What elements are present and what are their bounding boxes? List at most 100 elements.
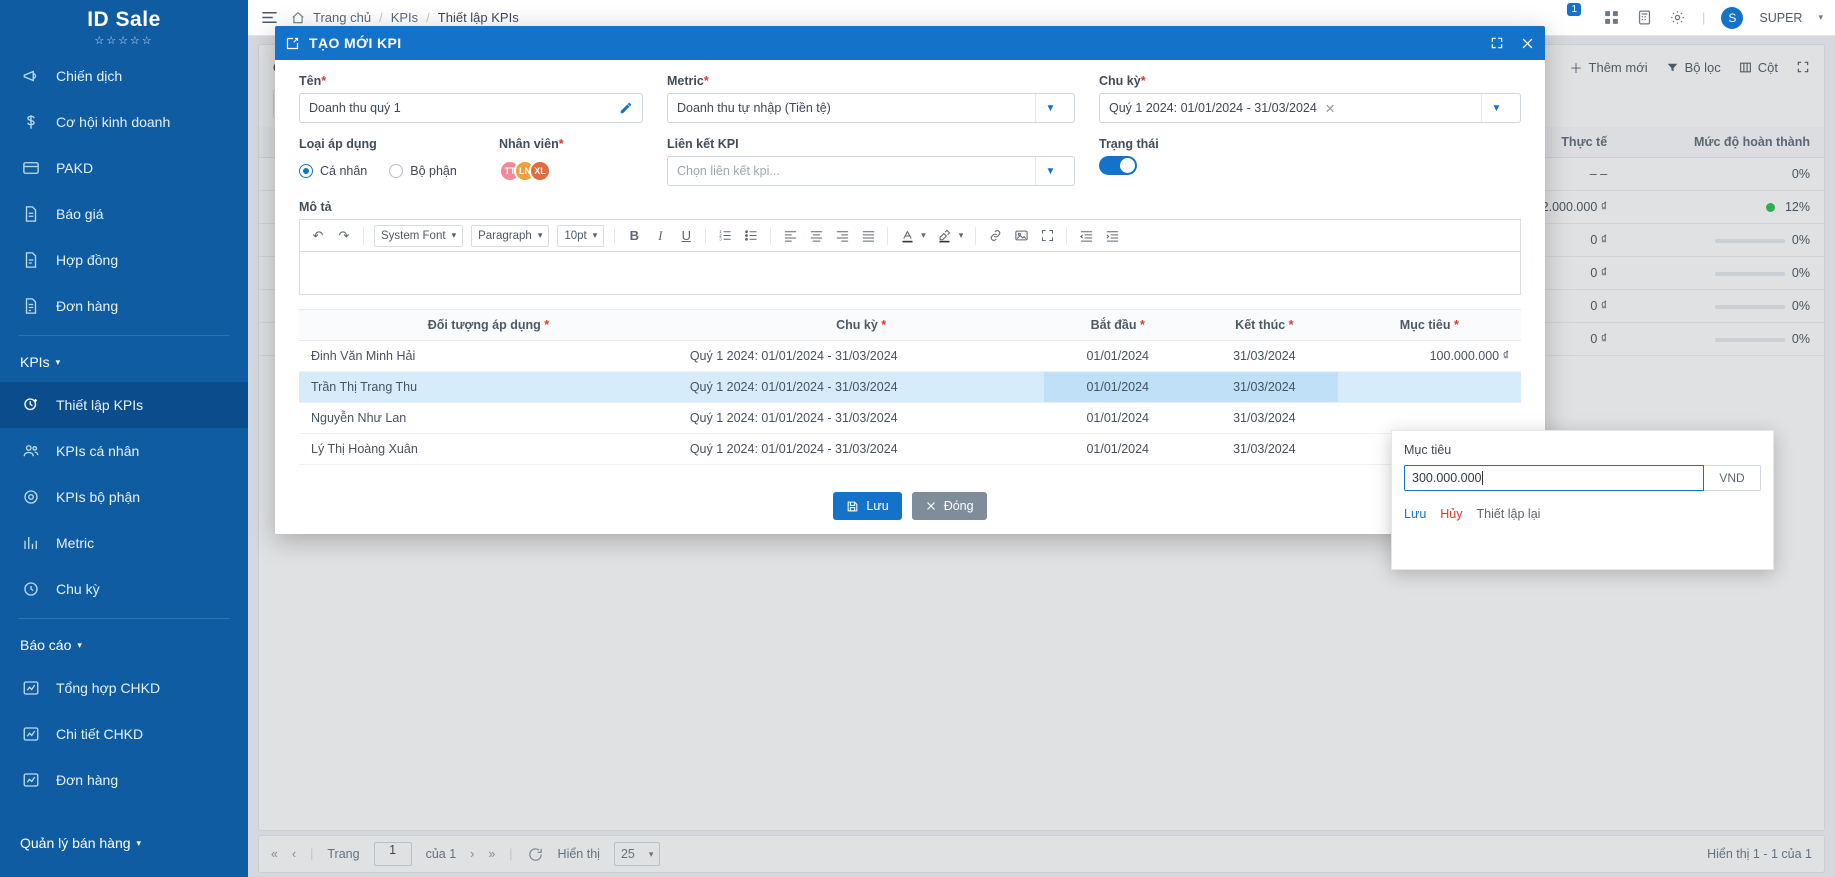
table-row[interactable]: Trần Thị Trang Thu Quý 1 2024: 01/01/202…: [299, 371, 1521, 403]
popover-save-link[interactable]: Lưu: [1404, 507, 1426, 521]
sidebar-item-metric[interactable]: Metric: [0, 520, 248, 566]
chevron-down-icon[interactable]: ▼: [1481, 94, 1511, 122]
clear-cycle-icon[interactable]: ✕: [1325, 101, 1335, 116]
breadcrumb-kpis[interactable]: KPIs: [391, 10, 418, 25]
bold-button[interactable]: B: [622, 224, 646, 248]
image-icon[interactable]: [1009, 224, 1033, 248]
name-input[interactable]: Doanh thu quý 1: [299, 93, 643, 123]
popover-cancel-link[interactable]: Hủy: [1440, 507, 1462, 521]
cell-goal[interactable]: [1337, 402, 1521, 434]
redo-icon[interactable]: ↷: [332, 224, 356, 248]
col-muc-tieu[interactable]: Mục tiêu *: [1337, 309, 1521, 341]
avatar[interactable]: XL: [529, 160, 551, 182]
link-kpi-select[interactable]: Chọn liên kết kpi... ▼: [667, 156, 1075, 186]
chevron-down-icon[interactable]: ▾: [959, 230, 964, 241]
fullscreen-icon[interactable]: [1035, 224, 1059, 248]
bullet-list-icon[interactable]: [739, 224, 763, 248]
sidebar-group-kpis[interactable]: KPIs ▾: [0, 342, 248, 382]
underline-button[interactable]: U: [674, 224, 698, 248]
hamburger-icon[interactable]: [260, 8, 279, 27]
align-right-icon[interactable]: [830, 224, 854, 248]
description-textarea[interactable]: [299, 251, 1521, 295]
sidebar-item-thiet-lap-kpis[interactable]: Thiết lập KPIs: [0, 382, 248, 428]
cell-start[interactable]: 01/01/2024: [1044, 340, 1192, 372]
align-center-icon[interactable]: [804, 224, 828, 248]
align-justify-icon[interactable]: [856, 224, 880, 248]
sidebar-item-hop-dong[interactable]: Hợp đồng: [0, 237, 248, 283]
font-size-select[interactable]: 10pt ▾: [557, 224, 605, 247]
chevron-down-icon[interactable]: ▾: [921, 230, 926, 241]
sidebar-item-bao-gia[interactable]: Báo giá: [0, 191, 248, 237]
cell-goal[interactable]: [1337, 371, 1521, 403]
cell-target[interactable]: Nguyễn Như Lan: [299, 402, 678, 434]
col-ket-thuc[interactable]: Kết thúc *: [1191, 309, 1338, 341]
table-row[interactable]: Lý Thị Hoàng Xuân Quý 1 2024: 01/01/2024…: [299, 433, 1521, 465]
sidebar-item-kpis-ca-nhan[interactable]: KPIs cá nhân: [0, 428, 248, 474]
sidebar-item-don-hang[interactable]: Đơn hàng: [0, 283, 248, 329]
col-bat-dau[interactable]: Bắt đầu *: [1044, 309, 1192, 341]
popover-reset-link[interactable]: Thiết lập lại: [1477, 507, 1541, 521]
cell-target[interactable]: Trần Thị Trang Thu: [299, 371, 678, 403]
cycle-select[interactable]: Quý 1 2024: 01/01/2024 - 31/03/2024 ✕ ▼: [1099, 93, 1521, 123]
metric-select[interactable]: Doanh thu tự nhập (Tiền tệ) ▼: [667, 93, 1075, 123]
sidebar-group-bao-cao[interactable]: Báo cáo ▾: [0, 625, 248, 665]
chevron-down-icon[interactable]: ▾: [1818, 12, 1823, 23]
table-row[interactable]: Đinh Văn Minh Hải Quý 1 2024: 01/01/2024…: [299, 340, 1521, 372]
notification-badge[interactable]: 1: [1567, 3, 1581, 16]
home-icon[interactable]: [291, 11, 305, 25]
sidebar-item-chu-ky[interactable]: Chu kỳ: [0, 566, 248, 612]
chevron-down-icon[interactable]: ▼: [1035, 94, 1065, 122]
col-doi-tuong-ap-dung[interactable]: Đối tượng áp dụng *: [299, 309, 678, 341]
sidebar-item-kpis-bo-phan[interactable]: KPIs bộ phận: [0, 474, 248, 520]
avatar[interactable]: S: [1721, 6, 1744, 29]
sidebar-item-chien-dich[interactable]: Chiến dịch: [0, 53, 248, 99]
cell-end[interactable]: 31/03/2024: [1191, 402, 1338, 434]
goal-input[interactable]: 300.000.000: [1404, 465, 1704, 491]
maximize-icon[interactable]: [1490, 36, 1504, 50]
status-toggle[interactable]: [1099, 156, 1137, 175]
cell-start[interactable]: 01/01/2024: [1044, 402, 1192, 434]
cell-start[interactable]: 01/01/2024: [1044, 371, 1192, 403]
cell-cycle[interactable]: Quý 1 2024: 01/01/2024 - 31/03/2024: [677, 433, 1045, 465]
undo-icon[interactable]: ↶: [306, 224, 330, 248]
col-chu-ky[interactable]: Chu kỳ *: [677, 309, 1045, 341]
cell-end[interactable]: 31/03/2024: [1191, 371, 1338, 403]
cell-target[interactable]: Lý Thị Hoàng Xuân: [299, 433, 678, 465]
sidebar-item-tong-hop-chkd[interactable]: Tổng hợp CHKD: [0, 665, 248, 711]
cell-cycle[interactable]: Quý 1 2024: 01/01/2024 - 31/03/2024: [677, 340, 1045, 372]
align-left-icon[interactable]: [778, 224, 802, 248]
gear-icon[interactable]: [1669, 9, 1686, 26]
text-color-icon[interactable]: [895, 224, 919, 248]
apps-grid-icon[interactable]: [1603, 9, 1620, 26]
italic-button[interactable]: I: [648, 224, 672, 248]
highlight-icon[interactable]: [933, 224, 957, 248]
sidebar-group-quan-ly-ban-hang[interactable]: Quản lý bán hàng ▾: [0, 823, 248, 863]
radio-bo-phan[interactable]: Bộ phận: [389, 164, 457, 178]
close-icon[interactable]: [1520, 36, 1535, 51]
sidebar-item-don-hang-report[interactable]: Đơn hàng: [0, 757, 248, 803]
sidebar-item-pakd[interactable]: PAKD: [0, 145, 248, 191]
cell-cycle[interactable]: Quý 1 2024: 01/01/2024 - 31/03/2024: [677, 402, 1045, 434]
sidebar-item-chi-tiet-chkd[interactable]: Chi tiết CHKD: [0, 711, 248, 757]
ordered-list-icon[interactable]: 123: [713, 224, 737, 248]
radio-ca-nhan[interactable]: Cá nhân: [299, 164, 367, 178]
save-button[interactable]: Lưu: [833, 492, 902, 520]
cell-end[interactable]: 31/03/2024: [1191, 433, 1338, 465]
link-icon[interactable]: [983, 224, 1007, 248]
cell-target[interactable]: Đinh Văn Minh Hải: [299, 340, 678, 372]
table-row[interactable]: Nguyễn Như Lan Quý 1 2024: 01/01/2024 - …: [299, 402, 1521, 434]
calculator-icon[interactable]: [1636, 9, 1653, 26]
pencil-icon[interactable]: [619, 101, 633, 115]
close-button[interactable]: Đóng: [911, 492, 987, 520]
chevron-down-icon[interactable]: ▼: [1035, 157, 1065, 185]
sidebar-item-co-hoi-kinh-doanh[interactable]: Cơ hội kinh doanh: [0, 99, 248, 145]
outdent-icon[interactable]: [1074, 224, 1098, 248]
cell-cycle[interactable]: Quý 1 2024: 01/01/2024 - 31/03/2024: [677, 371, 1045, 403]
font-family-select[interactable]: System Font ▾: [374, 224, 464, 247]
staff-avatar-group[interactable]: TT LN XL: [499, 156, 643, 186]
user-name[interactable]: SUPER: [1759, 11, 1802, 25]
breadcrumb-home[interactable]: Trang chủ: [313, 10, 371, 25]
cell-end[interactable]: 31/03/2024: [1191, 340, 1338, 372]
cell-start[interactable]: 01/01/2024: [1044, 433, 1192, 465]
cell-goal[interactable]: 100.000.000 ₫: [1337, 340, 1521, 372]
